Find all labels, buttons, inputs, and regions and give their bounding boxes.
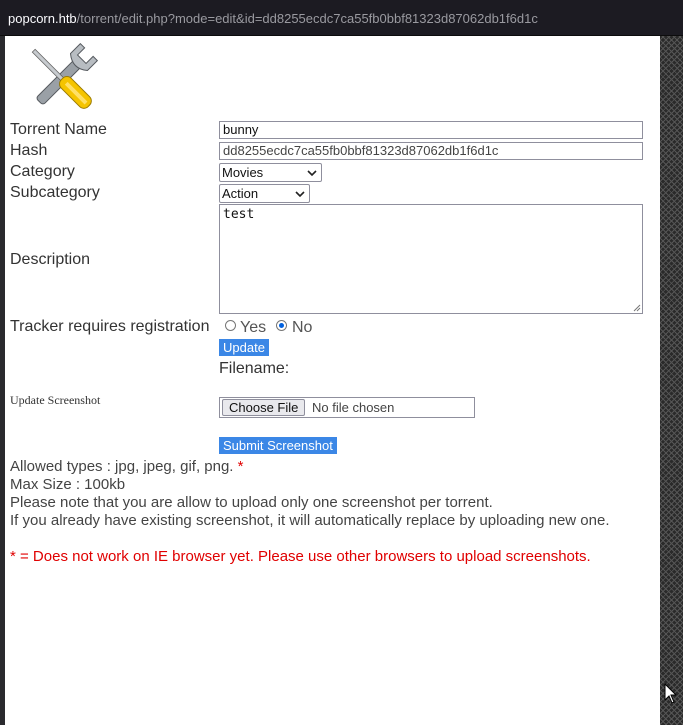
tracker-no-label: No — [292, 319, 313, 336]
one-screenshot-note: Please note that you are allow to upload… — [10, 494, 493, 511]
chevron-down-icon — [307, 170, 317, 177]
description-text: test — [223, 207, 255, 222]
torrent-name-input[interactable]: bunny — [219, 121, 643, 139]
description-textarea[interactable]: test — [219, 204, 643, 314]
allowed-types-note: Allowed types : jpg, jpeg, gif, png. * — [10, 458, 244, 475]
chevron-down-icon — [295, 191, 305, 198]
subcategory-label: Subcategory — [10, 184, 100, 201]
tracker-label: Tracker requires registration — [10, 318, 210, 335]
tracker-no-radio[interactable] — [276, 320, 287, 331]
category-label: Category — [10, 163, 75, 180]
subcategory-select[interactable]: Action — [219, 184, 310, 203]
filename-label: Filename: — [219, 360, 290, 377]
replace-note: If you already have existing screenshot,… — [10, 512, 610, 529]
page-content: Torrent Name bunny Hash dd8255ecdc7ca55f… — [5, 36, 660, 725]
tools-icon — [31, 42, 99, 109]
update-button[interactable]: Update — [219, 339, 269, 356]
torrent-name-label: Torrent Name — [10, 121, 107, 138]
url-host: popcorn.htb — [8, 11, 77, 26]
max-size-note: Max Size : 100kb — [10, 476, 126, 493]
subcategory-value: Action — [222, 186, 259, 201]
url-bar[interactable]: popcorn.htb/torrent/edit.php?mode=edit&i… — [0, 0, 683, 36]
category-select[interactable]: Movies — [219, 163, 322, 182]
description-label: Description — [10, 251, 91, 268]
url-text[interactable]: popcorn.htb/torrent/edit.php?mode=edit&i… — [8, 11, 538, 26]
allowed-types-text: Allowed types : jpg, jpeg, gif, png. — [10, 458, 234, 475]
submit-screenshot-button[interactable]: Submit Screenshot — [219, 437, 337, 454]
ie-warning: * = Does not work on IE browser yet. Ple… — [10, 548, 591, 565]
right-border-pattern — [660, 36, 683, 725]
required-asterisk: * — [237, 458, 244, 475]
url-path: /torrent/edit.php?mode=edit&id=dd8255ecd… — [76, 11, 538, 26]
update-screenshot-label: Update Screenshot — [10, 393, 101, 407]
hash-label: Hash — [10, 142, 48, 159]
choose-file-button[interactable]: Choose File — [222, 399, 306, 416]
tracker-yes-label: Yes — [240, 319, 267, 336]
tracker-yes-radio[interactable] — [225, 320, 236, 331]
file-status: No file chosen — [312, 400, 395, 415]
screenshot-file-input[interactable]: Choose File No file chosen — [219, 397, 475, 418]
hash-input[interactable]: dd8255ecdc7ca55fb0bbf81323d87062db1f6d1c — [219, 142, 643, 160]
mouse-cursor-icon — [664, 683, 678, 704]
category-value: Movies — [222, 165, 264, 180]
resize-grip-icon[interactable] — [633, 304, 641, 312]
